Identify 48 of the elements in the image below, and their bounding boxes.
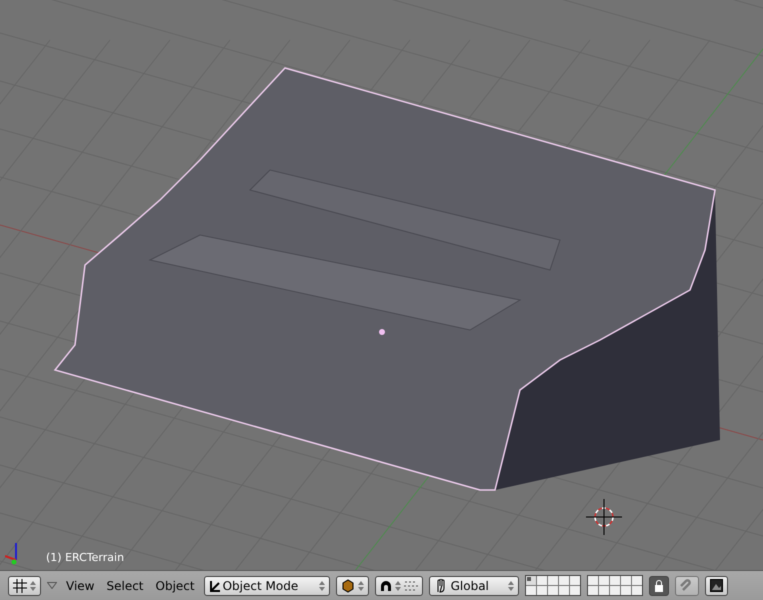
object-name-label: (1) ERCTerrain bbox=[46, 551, 124, 564]
up-down-arrows-icon bbox=[358, 580, 364, 590]
layer-toggle[interactable] bbox=[610, 576, 620, 585]
picture-icon bbox=[710, 579, 723, 592]
3d-cursor-icon bbox=[586, 499, 622, 535]
axis-gizmo-icon bbox=[5, 543, 18, 565]
layer-toggle[interactable] bbox=[558, 586, 569, 595]
pivot-icon bbox=[380, 580, 392, 592]
layer-toggle[interactable] bbox=[570, 576, 580, 585]
layer-toggle[interactable] bbox=[558, 576, 569, 585]
up-down-arrows-icon bbox=[318, 580, 325, 590]
menu-item[interactable]: Select bbox=[103, 578, 147, 592]
layer-toggle[interactable] bbox=[526, 586, 536, 595]
magnet-icon bbox=[680, 578, 694, 592]
layer-toggle[interactable] bbox=[598, 576, 609, 585]
orientation-dropdown[interactable]: Global bbox=[428, 576, 519, 596]
layer-toggle[interactable] bbox=[570, 586, 580, 595]
layer-toggle[interactable] bbox=[526, 576, 536, 585]
layer-toggle[interactable] bbox=[588, 586, 598, 595]
layer-toggle[interactable] bbox=[536, 586, 547, 595]
up-down-arrows-icon bbox=[30, 580, 36, 590]
menu-item[interactable]: Object bbox=[152, 578, 198, 592]
layer-toggle[interactable] bbox=[632, 576, 642, 585]
cube-icon bbox=[340, 578, 355, 592]
layer-toggle[interactable] bbox=[632, 586, 642, 595]
draw-type-button[interactable] bbox=[336, 576, 369, 596]
padlock-icon bbox=[654, 580, 664, 592]
lock-button[interactable] bbox=[648, 576, 669, 596]
collapse-triangle-icon[interactable] bbox=[47, 582, 57, 589]
layer-toggle[interactable] bbox=[620, 576, 631, 585]
render-button[interactable] bbox=[704, 576, 728, 596]
layer-toggle[interactable] bbox=[598, 586, 609, 595]
up-down-arrows-icon bbox=[394, 580, 401, 590]
layer-toggle[interactable] bbox=[588, 576, 598, 585]
pivot-button[interactable] bbox=[374, 576, 423, 596]
layer-toggle[interactable] bbox=[620, 586, 631, 595]
snap-button[interactable] bbox=[674, 576, 699, 596]
axes-icon bbox=[208, 580, 221, 592]
editor-type-button[interactable] bbox=[8, 576, 41, 596]
layer-toggle[interactable] bbox=[548, 586, 558, 595]
menu-item[interactable]: View bbox=[63, 578, 98, 592]
layer-toggle[interactable] bbox=[610, 586, 620, 595]
layer-toggle[interactable] bbox=[536, 576, 547, 585]
layer-toggle[interactable] bbox=[548, 576, 558, 585]
up-down-arrows-icon bbox=[508, 580, 514, 590]
dots-icon bbox=[404, 580, 418, 590]
mode-dropdown[interactable]: Object Mode bbox=[204, 576, 330, 596]
grid-icon bbox=[13, 578, 27, 592]
